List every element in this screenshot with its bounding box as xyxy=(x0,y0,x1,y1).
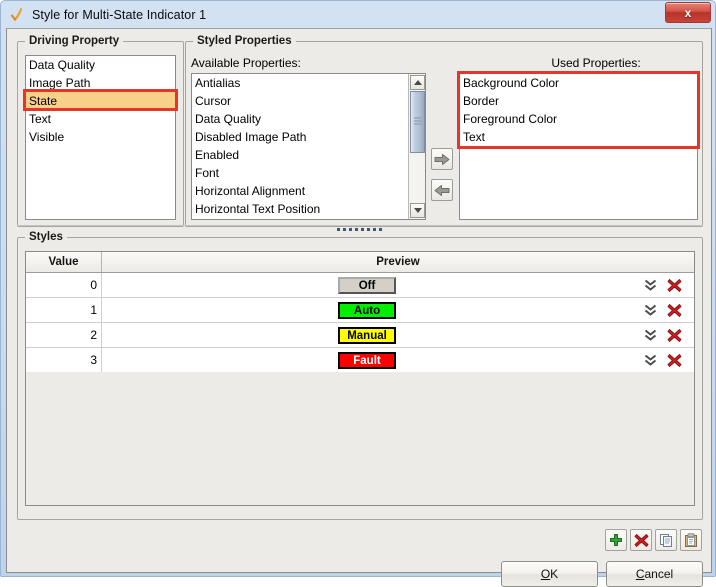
add-style-button[interactable] xyxy=(605,529,627,551)
cancel-button[interactable]: Cancel xyxy=(606,561,703,587)
ok-button[interactable]: OK xyxy=(501,561,598,587)
list-item[interactable]: Data Quality xyxy=(26,56,175,74)
checkmark-icon xyxy=(8,6,26,24)
styles-table[interactable]: Value Preview 0 Off xyxy=(25,251,695,506)
list-item[interactable]: Image Path xyxy=(26,74,175,92)
preview-badge: Off xyxy=(338,277,396,294)
cancel-label-rest: ancel xyxy=(644,567,673,581)
close-button[interactable]: x xyxy=(665,2,711,23)
table-empty-area[interactable] xyxy=(26,372,694,505)
available-properties-label: Available Properties: xyxy=(191,56,301,70)
ok-label-rest: K xyxy=(550,567,558,581)
list-item[interactable]: Border xyxy=(460,92,697,110)
table-row[interactable]: 2 Manual xyxy=(26,323,694,348)
cell-value: 0 xyxy=(26,273,102,297)
list-item[interactable]: Background Color xyxy=(460,74,697,92)
cell-value: 1 xyxy=(26,298,102,322)
driving-property-list[interactable]: Data Quality Image Path State Text Visib… xyxy=(25,55,176,220)
delete-x-icon[interactable] xyxy=(667,328,682,343)
copy-icon xyxy=(659,533,674,548)
list-item[interactable]: Foreground Color xyxy=(460,110,697,128)
scroll-grip-icon xyxy=(414,118,422,127)
split-divider-line xyxy=(17,225,703,226)
delete-icon xyxy=(634,533,649,548)
list-item[interactable]: Text xyxy=(26,110,175,128)
paste-icon xyxy=(684,533,699,548)
list-item[interactable]: Visible xyxy=(26,128,175,146)
styles-title: Styles xyxy=(25,231,67,243)
dialog-window: Style for Multi-State Indicator 1 x Driv… xyxy=(0,0,716,577)
delete-style-button[interactable] xyxy=(630,529,652,551)
arrow-right-icon xyxy=(434,153,450,166)
scroll-down-button[interactable] xyxy=(410,203,425,218)
close-icon: x xyxy=(685,7,692,19)
cell-preview: Fault xyxy=(102,348,632,372)
arrow-left-icon xyxy=(434,184,450,197)
add-icon xyxy=(609,533,623,547)
list-item[interactable]: Enabled xyxy=(192,146,425,164)
available-properties-scrollbar[interactable] xyxy=(408,74,425,219)
list-item-selected[interactable]: State xyxy=(26,92,175,110)
expand-chevron-icon[interactable] xyxy=(644,353,657,367)
styled-properties-title: Styled Properties xyxy=(193,35,296,47)
cell-actions xyxy=(632,273,694,297)
list-item[interactable]: Data Quality xyxy=(192,110,425,128)
used-properties-list[interactable]: Background Color Border Foreground Color… xyxy=(459,73,698,220)
driving-property-title: Driving Property xyxy=(25,35,123,47)
copy-style-button[interactable] xyxy=(655,529,677,551)
table-row[interactable]: 0 Off xyxy=(26,273,694,298)
available-properties-list[interactable]: Antialias Cursor Data Quality Disabled I… xyxy=(191,73,426,220)
table-row[interactable]: 3 Fault xyxy=(26,348,694,373)
split-divider-grip[interactable] xyxy=(337,228,382,231)
cell-actions xyxy=(632,298,694,322)
list-item[interactable]: Font xyxy=(192,164,425,182)
window-title: Style for Multi-State Indicator 1 xyxy=(32,8,206,22)
add-property-button[interactable] xyxy=(431,148,453,170)
preview-badge: Fault xyxy=(338,352,396,369)
triangle-up-icon xyxy=(414,80,422,85)
cell-value: 3 xyxy=(26,348,102,372)
cell-actions xyxy=(632,323,694,347)
ok-mnemonic: O xyxy=(541,567,550,581)
expand-chevron-icon[interactable] xyxy=(644,328,657,342)
used-properties-label: Used Properties: xyxy=(481,56,711,70)
remove-property-button[interactable] xyxy=(431,179,453,201)
cell-preview: Auto xyxy=(102,298,632,322)
preview-badge: Auto xyxy=(338,302,396,319)
delete-x-icon[interactable] xyxy=(667,353,682,368)
preview-badge: Manual xyxy=(338,327,396,344)
dialog-client-area: Driving Property Data Quality Image Path… xyxy=(6,28,712,573)
list-item[interactable]: Antialias xyxy=(192,74,425,92)
paste-style-button[interactable] xyxy=(680,529,702,551)
delete-x-icon[interactable] xyxy=(667,303,682,318)
cell-actions xyxy=(632,348,694,372)
cell-value: 2 xyxy=(26,323,102,347)
cell-preview: Off xyxy=(102,273,632,297)
title-bar[interactable]: Style for Multi-State Indicator 1 x xyxy=(1,1,715,28)
expand-chevron-icon[interactable] xyxy=(644,278,657,292)
delete-x-icon[interactable] xyxy=(667,278,682,293)
table-row[interactable]: 1 Auto xyxy=(26,298,694,323)
scroll-thumb[interactable] xyxy=(410,91,425,153)
list-item[interactable]: Horizontal Text Position xyxy=(192,200,425,218)
column-header-preview[interactable]: Preview xyxy=(102,252,694,272)
scroll-up-button[interactable] xyxy=(410,75,425,90)
list-item[interactable]: Disabled Image Path xyxy=(192,128,425,146)
list-item[interactable]: Horizontal Alignment xyxy=(192,182,425,200)
cell-preview: Manual xyxy=(102,323,632,347)
expand-chevron-icon[interactable] xyxy=(644,303,657,317)
column-header-value[interactable]: Value xyxy=(26,252,102,272)
triangle-down-icon xyxy=(414,208,422,213)
list-item[interactable]: Text xyxy=(460,128,697,146)
list-item[interactable]: Cursor xyxy=(192,92,425,110)
table-header-row: Value Preview xyxy=(26,252,694,273)
